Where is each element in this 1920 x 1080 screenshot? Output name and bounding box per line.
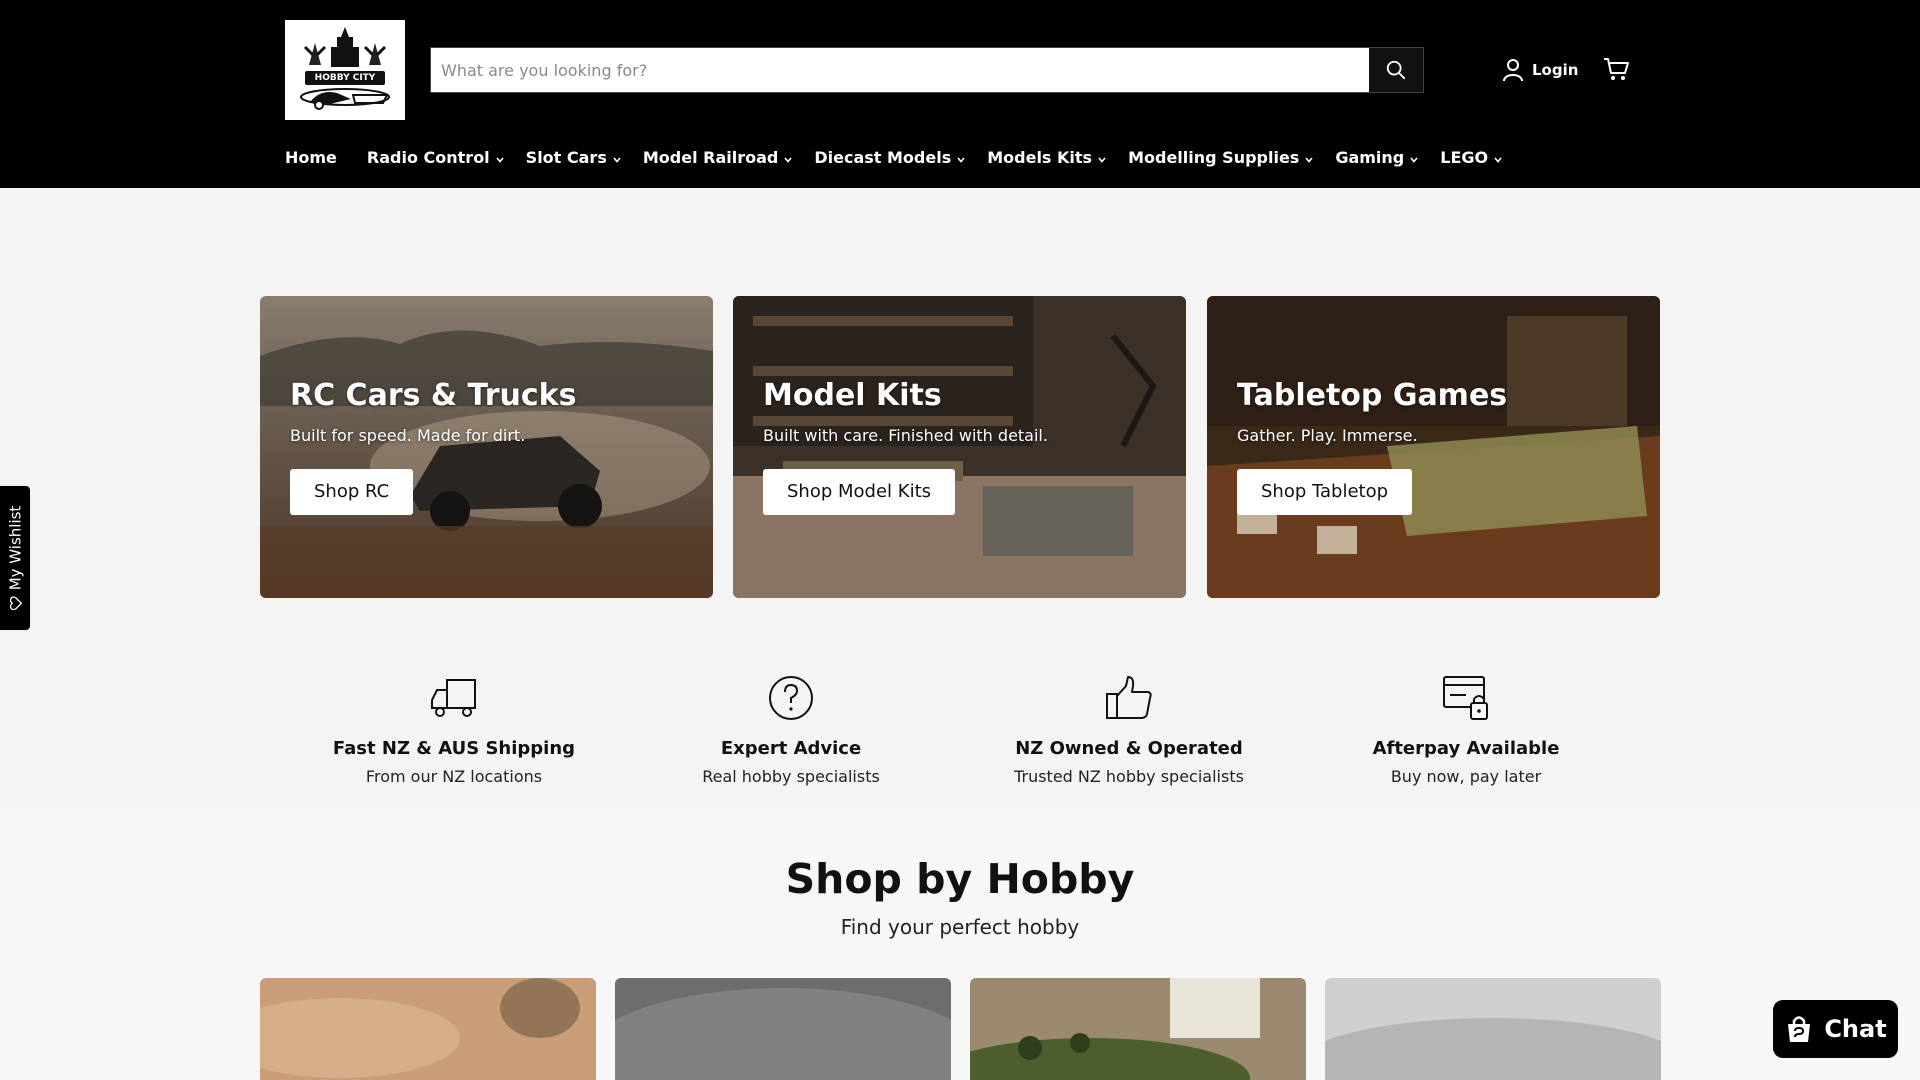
- hobby-card[interactable]: [1325, 978, 1661, 1080]
- nav-label: Models Kits: [987, 148, 1093, 167]
- feature-nz-owned: NZ Owned & Operated Trusted NZ hobby spe…: [979, 670, 1279, 786]
- heart-icon: [9, 596, 22, 611]
- nav-item-home[interactable]: Home: [285, 148, 337, 167]
- card-lock-icon: [1443, 676, 1488, 720]
- search-input[interactable]: [431, 48, 1369, 92]
- chat-button[interactable]: Chat: [1773, 1000, 1898, 1058]
- logo-artwork: HOBBY CITY: [291, 25, 399, 115]
- search-button[interactable]: [1369, 48, 1423, 92]
- section-title: Shop by Hobby: [785, 855, 1135, 903]
- logo-text: HOBBY CITY: [305, 71, 385, 85]
- hobby-image: [260, 978, 596, 1080]
- nav-item-gaming[interactable]: Gaming: [1335, 148, 1418, 167]
- nav-item-models-kits[interactable]: Models Kits: [987, 148, 1106, 167]
- section-subtitle: Find your perfect hobby: [840, 915, 1080, 939]
- truck-icon: [431, 679, 476, 717]
- feature-afterpay: Afterpay Available Buy now, pay later: [1316, 670, 1616, 786]
- site-header: HOBBY CITY Login Home Radio Control Slot…: [0, 0, 1920, 188]
- logo-graphic: [300, 27, 390, 110]
- feature-subtitle: From our NZ locations: [365, 767, 543, 786]
- feature-subtitle: Real hobby specialists: [702, 767, 880, 786]
- feature-title: NZ Owned & Operated: [1015, 738, 1243, 759]
- hobby-card[interactable]: [260, 978, 596, 1080]
- login-label: Login: [1532, 61, 1579, 79]
- shopping-bag-icon: [1788, 1016, 1811, 1042]
- chevron-down-icon: [1305, 148, 1313, 167]
- chevron-down-icon: [957, 148, 965, 167]
- nav-label: LEGO: [1440, 148, 1489, 167]
- cart-button[interactable]: [1602, 56, 1630, 86]
- promo-subtitle: Built with care. Finished with detail.: [763, 426, 1048, 445]
- nav-label: Gaming: [1335, 148, 1405, 167]
- promo-title: Tabletop Games: [1237, 378, 1508, 413]
- search-bar: [430, 47, 1424, 93]
- chevron-down-icon: [1098, 148, 1106, 167]
- feature-shipping: Fast NZ & AUS Shipping From our NZ locat…: [304, 670, 604, 786]
- nav-item-diecast-models[interactable]: Diecast Models: [814, 148, 965, 167]
- chevron-down-icon: [496, 148, 504, 167]
- chevron-down-icon: [784, 148, 792, 167]
- wishlist-label: My Wishlist: [6, 505, 25, 591]
- shop-model-kits-button[interactable]: Shop Model Kits: [763, 469, 955, 515]
- feature-title: Afterpay Available: [1372, 738, 1560, 759]
- hobby-image: [970, 978, 1306, 1080]
- hobby-card[interactable]: [970, 978, 1306, 1080]
- nav-item-model-railroad[interactable]: Model Railroad: [643, 148, 793, 167]
- promo-subtitle: Gather. Play. Immerse.: [1237, 426, 1418, 445]
- promo-card-rc[interactable]: RC Cars & Trucks Built for speed. Made f…: [260, 296, 713, 598]
- thumbs-up-icon: [1106, 676, 1152, 719]
- cart-icon: [1604, 58, 1629, 80]
- promo-subtitle: Built for speed. Made for dirt.: [290, 426, 526, 445]
- hobby-card[interactable]: [615, 978, 951, 1080]
- promo-card-tabletop[interactable]: Tabletop Games Gather. Play. Immerse. Sh…: [1207, 296, 1660, 598]
- feature-title: Expert Advice: [720, 738, 862, 759]
- nav-item-slot-cars[interactable]: Slot Cars: [526, 148, 621, 167]
- user-icon: [1503, 59, 1523, 82]
- nav-label: Model Railroad: [642, 148, 779, 167]
- nav-item-radio-control[interactable]: Radio Control: [367, 148, 504, 167]
- nav-label: Radio Control: [366, 148, 490, 167]
- shop-tabletop-button[interactable]: Shop Tabletop: [1237, 469, 1413, 515]
- search-icon: [1386, 60, 1406, 80]
- promo-image-tabletop: [1207, 296, 1660, 598]
- chat-label: Chat: [1824, 1015, 1887, 1043]
- nav-item-lego[interactable]: LEGO: [1440, 148, 1502, 167]
- login-link[interactable]: Login: [1502, 58, 1578, 82]
- shop-rc-button[interactable]: Shop RC: [290, 469, 414, 515]
- wishlist-tab[interactable]: My Wishlist: [0, 486, 30, 630]
- question-icon: [769, 676, 813, 720]
- feature-expert-advice: Expert Advice Real hobby specialists: [641, 670, 941, 786]
- promo-title: RC Cars & Trucks: [290, 378, 577, 413]
- promo-title: Model Kits: [763, 378, 942, 413]
- promo-image-model-kits: [733, 296, 1186, 598]
- site-logo[interactable]: HOBBY CITY: [285, 20, 405, 120]
- chevron-down-icon: [1494, 148, 1502, 167]
- promo-card-model-kits[interactable]: Model Kits Built with care. Finished wit…: [733, 296, 1186, 598]
- chevron-down-icon: [613, 148, 621, 167]
- chevron-down-icon: [1410, 148, 1418, 167]
- main-nav: Home Radio Control Slot Cars Model Railr…: [285, 148, 1502, 167]
- hobby-image: [615, 978, 951, 1080]
- nav-label: Slot Cars: [525, 148, 607, 167]
- promo-image-rc: [260, 296, 713, 598]
- feature-title: Fast NZ & AUS Shipping: [332, 738, 576, 759]
- nav-label: Diecast Models: [814, 148, 952, 167]
- hobby-image: [1325, 978, 1661, 1080]
- nav-label: Home: [285, 148, 337, 167]
- nav-label: Modelling Supplies: [1128, 148, 1300, 167]
- nav-item-modelling-supplies[interactable]: Modelling Supplies: [1128, 148, 1313, 167]
- feature-subtitle: Buy now, pay later: [1390, 767, 1542, 786]
- feature-subtitle: Trusted NZ hobby specialists: [1014, 767, 1244, 786]
